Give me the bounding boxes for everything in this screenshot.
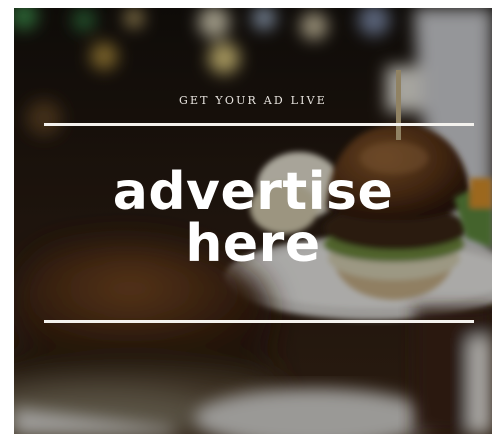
headline-line-2: here xyxy=(185,214,321,274)
ad-headline: advertise here xyxy=(14,166,492,270)
top-divider xyxy=(44,123,474,126)
ad-tagline: GET YOUR AD LIVE xyxy=(178,94,328,107)
headline-line-1: advertise xyxy=(112,162,394,222)
bottom-divider xyxy=(44,320,474,323)
page-frame: GET YOUR AD LIVE advertise here xyxy=(0,0,496,437)
advertise-here-banner[interactable]: GET YOUR AD LIVE advertise here xyxy=(14,8,492,434)
